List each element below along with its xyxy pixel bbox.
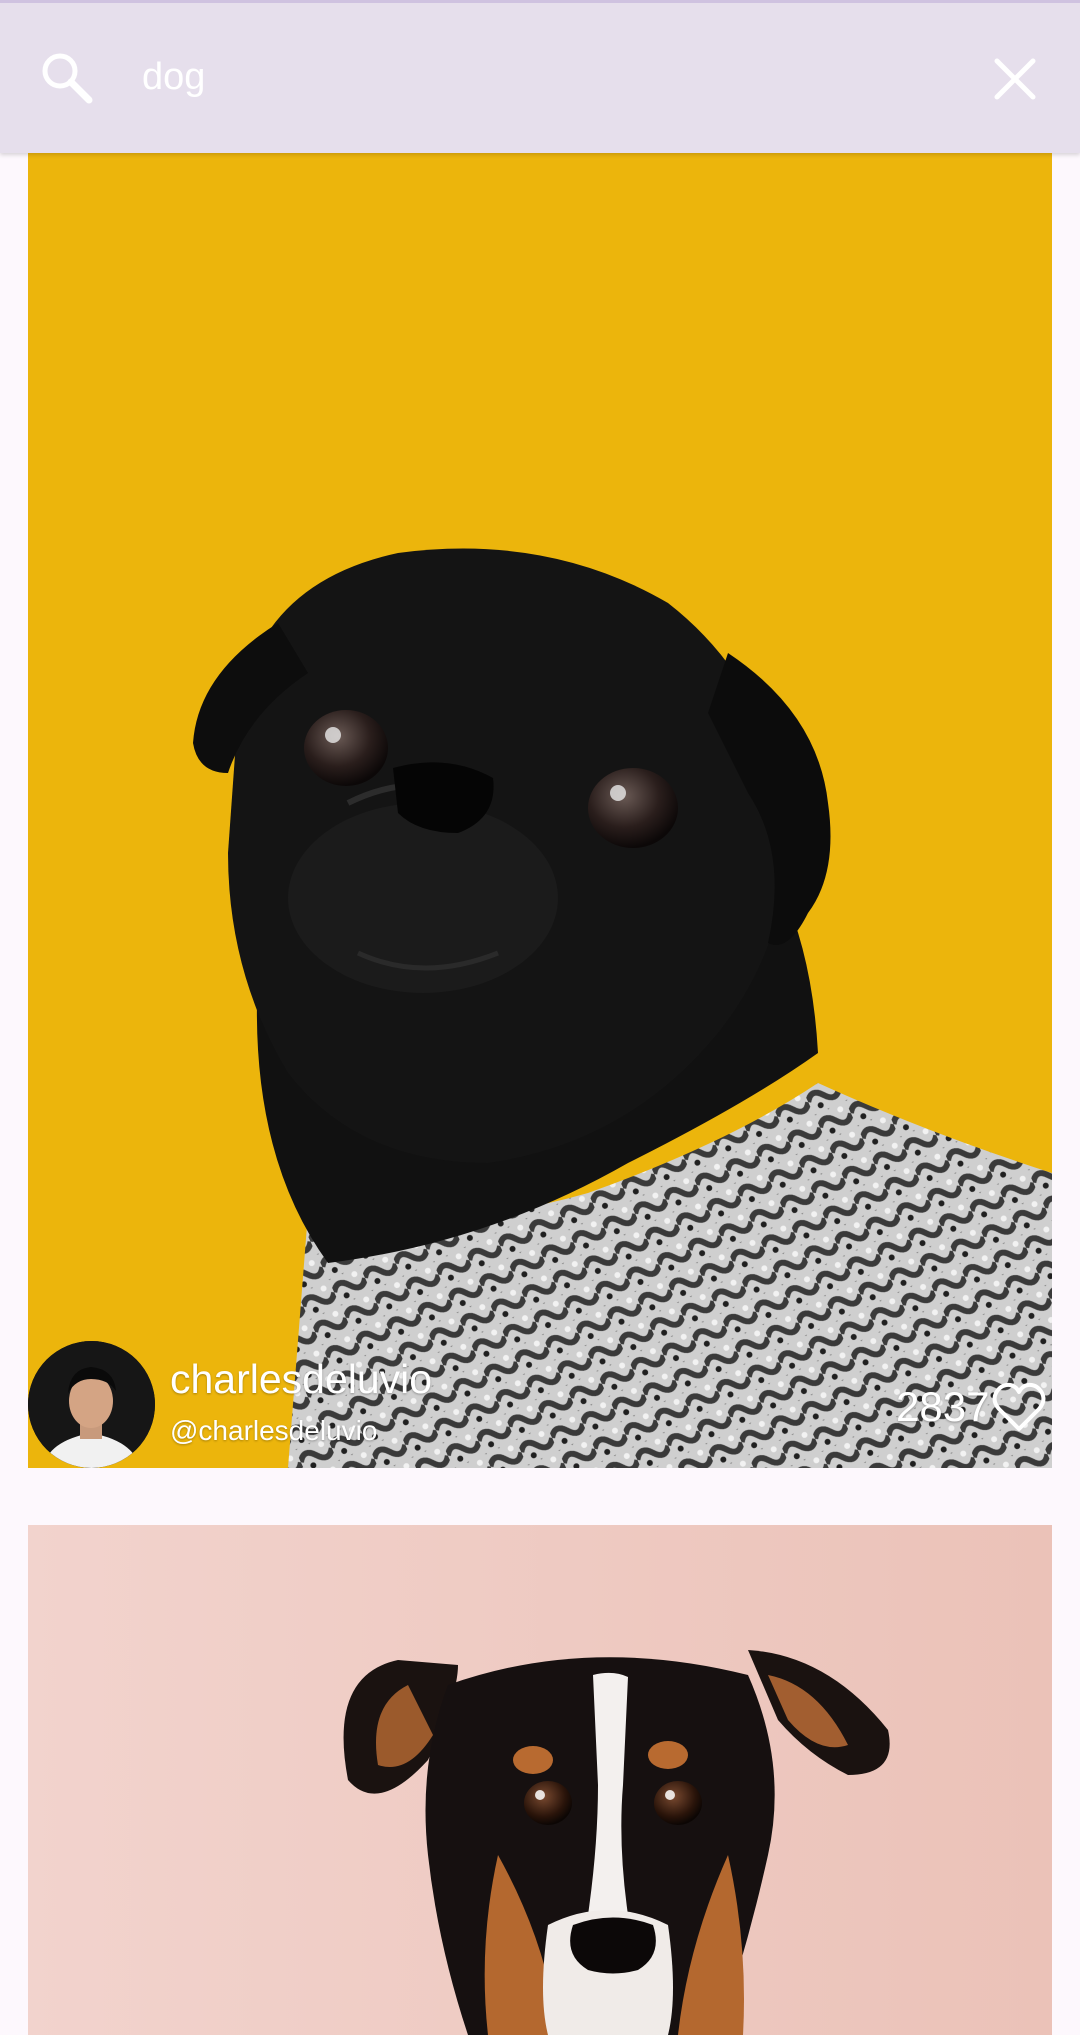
avatar[interactable]	[28, 1341, 155, 1468]
photo-card[interactable]	[28, 1525, 1052, 2035]
search-bar	[0, 0, 1080, 153]
search-icon[interactable]	[36, 47, 96, 107]
like-count: 2837	[896, 1383, 990, 1430]
photo-card[interactable]: charlesdeluvio @charlesdeluvio 2837	[28, 153, 1052, 1468]
author-handle[interactable]: @charlesdeluvio	[170, 1415, 377, 1447]
photo-pug[interactable]	[28, 153, 1052, 1468]
avatar-image	[28, 1341, 155, 1468]
photo-feed[interactable]: charlesdeluvio @charlesdeluvio 2837	[0, 153, 1080, 2035]
heart-outline-icon[interactable]	[990, 1378, 1048, 1436]
search-input[interactable]	[142, 47, 942, 107]
close-icon[interactable]	[985, 49, 1045, 109]
photo-terrier[interactable]	[28, 1525, 1052, 2035]
author-name[interactable]: charlesdeluvio	[170, 1356, 432, 1403]
